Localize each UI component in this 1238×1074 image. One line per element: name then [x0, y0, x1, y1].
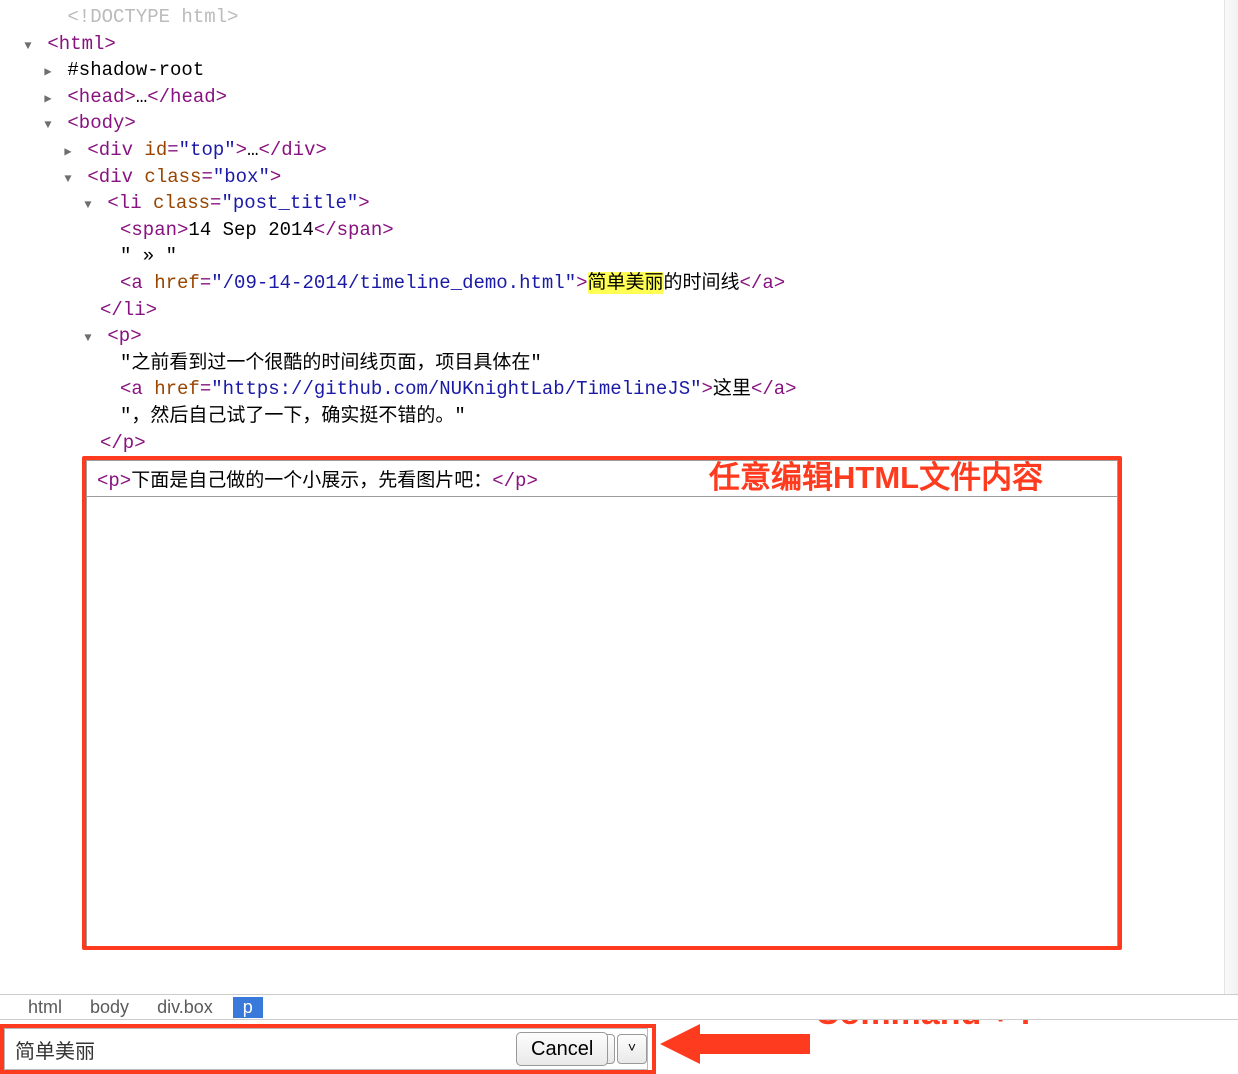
dom-tree[interactable]: <!DOCTYPE html> <html> #shadow-root <hea… — [0, 0, 1238, 460]
annotation-arrow-icon — [660, 1020, 810, 1068]
p-open-line[interactable]: <p> — [0, 323, 1238, 350]
expand-arrow[interactable] — [20, 31, 36, 58]
editable-text: 下面是自己做的一个小展示，先看图片吧： — [131, 470, 492, 492]
li-close-line[interactable]: </li> — [0, 297, 1238, 324]
div-top-line[interactable]: <div id="top">…</div> — [0, 137, 1238, 164]
expand-arrow[interactable] — [60, 164, 76, 191]
chevron-down-icon: ˅ — [628, 1041, 636, 1057]
shadow-root-label: #shadow-root — [67, 59, 204, 81]
ellipsis: … — [247, 139, 258, 161]
paragraph-text-2: "，然后自己试了一下，确实挺不错的。" — [120, 405, 466, 427]
cancel-button[interactable]: Cancel — [516, 1032, 608, 1066]
expand-arrow[interactable] — [80, 323, 96, 350]
tag-html: <html> — [47, 33, 115, 55]
tag-p-open: <p> — [107, 325, 141, 347]
paragraph-text-1: "之前看到过一个很酷的时间线页面，项目具体在" — [120, 352, 542, 374]
crumb-body[interactable]: body — [82, 997, 137, 1018]
expand-arrow[interactable] — [40, 57, 56, 84]
li-open-line[interactable]: <li class="post_title"> — [0, 190, 1238, 217]
expand-arrow[interactable] — [40, 84, 56, 111]
doctype-text: <!DOCTYPE html> — [67, 6, 238, 28]
expand-arrow[interactable] — [80, 190, 96, 217]
doctype-line[interactable]: <!DOCTYPE html> — [0, 4, 1238, 31]
html-open-line[interactable]: <html> — [0, 31, 1238, 58]
crumb-p-selected[interactable]: p — [233, 997, 263, 1018]
edit-as-html-region[interactable]: <p>下面是自己做的一个小展示，先看图片吧：</p> — [82, 456, 1122, 950]
tag-a-close: </a> — [751, 378, 797, 400]
vertical-scrollbar[interactable] — [1224, 0, 1238, 996]
search-input[interactable] — [5, 1032, 532, 1067]
tag-span-close: </span> — [314, 219, 394, 241]
tag-span-open: <span> — [120, 219, 188, 241]
tag-a-close: </a> — [740, 272, 786, 294]
p-close-line[interactable]: </p> — [0, 430, 1238, 457]
a1-line[interactable]: <a href="/09-14-2014/timeline_demo.html"… — [0, 270, 1238, 297]
raquo-line[interactable]: " » " — [0, 243, 1238, 270]
ellipsis: … — [136, 86, 147, 108]
tag-head-close: </head> — [147, 86, 227, 108]
devtools-elements-panel: <!DOCTYPE html> <html> #shadow-root <hea… — [0, 0, 1238, 1074]
expand-arrow[interactable] — [40, 110, 56, 137]
breadcrumb[interactable]: html body div.box p — [0, 994, 1238, 1020]
link-text-tail: 的时间线 — [664, 272, 740, 294]
tag-p-close: </p> — [100, 432, 146, 454]
head-line[interactable]: <head>…</head> — [0, 84, 1238, 111]
expand-arrow[interactable] — [60, 137, 76, 164]
div-box-line[interactable]: <div class="box"> — [0, 164, 1238, 191]
a2-line[interactable]: <a href="https://github.com/NUKnightLab/… — [0, 376, 1238, 403]
tag-li-close: </li> — [100, 299, 157, 321]
search-highlight: 简单美丽 — [588, 272, 664, 294]
editable-blank-area[interactable] — [86, 497, 1118, 949]
span-line[interactable]: <span>14 Sep 2014</span> — [0, 217, 1238, 244]
annotation-edit-label: 任意编辑HTML文件内容 — [709, 452, 1043, 497]
tag-body: <body> — [67, 112, 135, 134]
crumb-html[interactable]: html — [20, 997, 70, 1018]
crumb-div-box[interactable]: div.box — [149, 997, 221, 1018]
p-text1-line[interactable]: "之前看到过一个很酷的时间线页面，项目具体在" — [0, 350, 1238, 377]
p-text2-line[interactable]: "，然后自己试了一下，确实挺不错的。" — [0, 403, 1238, 430]
tag-p-open: <p> — [97, 470, 131, 492]
search-next-button[interactable]: ˅ — [617, 1034, 647, 1064]
body-open-line[interactable]: <body> — [0, 110, 1238, 137]
shadow-root-line[interactable]: #shadow-root — [0, 57, 1238, 84]
span-text: 14 Sep 2014 — [188, 219, 313, 241]
tag-div-close: </div> — [258, 139, 326, 161]
raquo-text: " » " — [120, 245, 177, 267]
link-text: 这里 — [713, 378, 751, 400]
tag-p-close: </p> — [492, 470, 538, 492]
tag-head-open: <head> — [67, 86, 135, 108]
